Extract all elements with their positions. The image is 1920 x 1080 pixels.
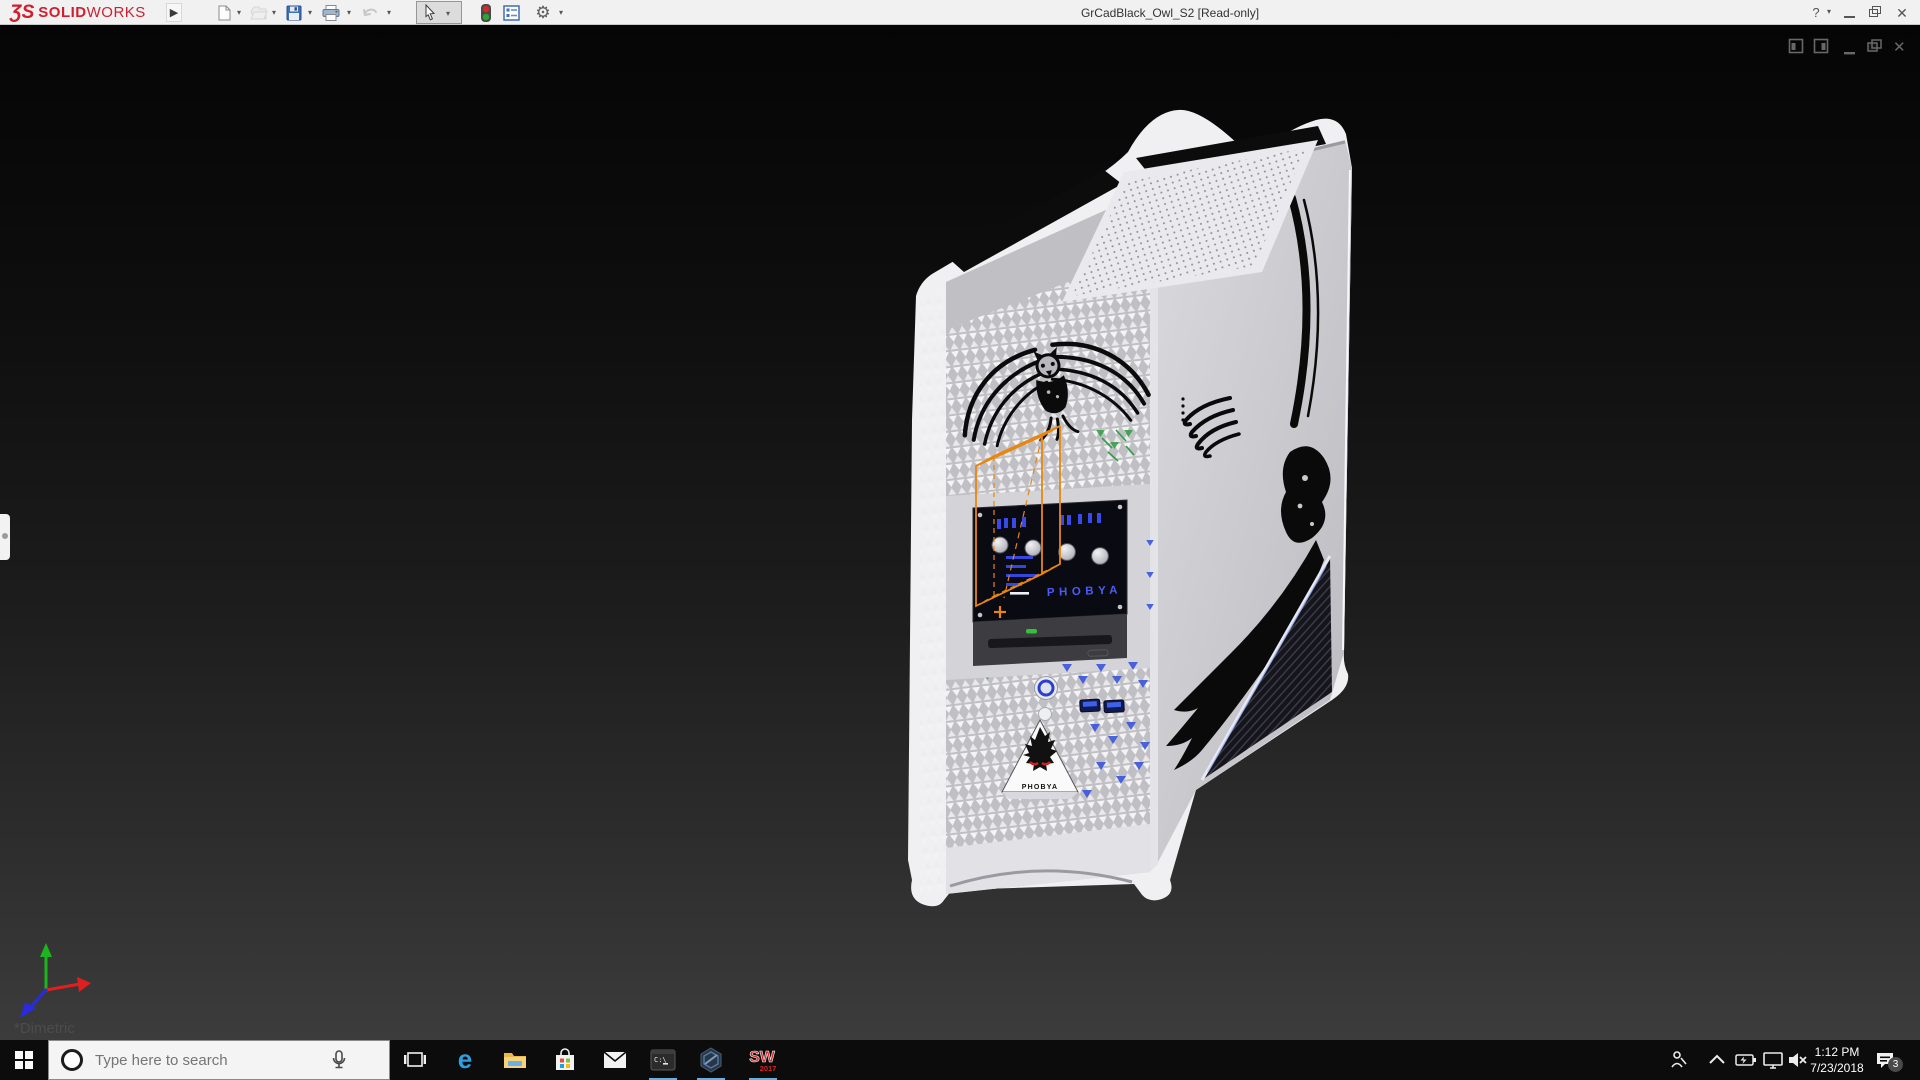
orientation-triad[interactable] [20,943,91,1018]
new-caret-icon[interactable]: ▾ [234,8,244,17]
taskbar-app-mail[interactable] [592,1040,638,1080]
power-button[interactable] [1035,677,1058,700]
taskbar-app-solidworks[interactable]: SW 2017 [740,1040,786,1080]
solidworks-logo-mark-icon: ƷS [10,2,34,24]
command-prompt-icon: C:\ [650,1049,676,1071]
tray-clock[interactable]: 1:12 PM 7/23/2018 [1806,1044,1868,1076]
undo-caret-icon[interactable]: ▾ [384,8,394,17]
battery-icon[interactable] [1735,1050,1757,1070]
chevron-up-icon[interactable] [1706,1050,1728,1070]
task-view-button[interactable] [392,1040,438,1080]
phobya-badge-text: PHOBYA [1022,784,1059,791]
store-icon [553,1048,577,1072]
drive-led [1026,629,1037,634]
taskbar: e C:\ [0,1040,1920,1080]
tray-date: 7/23/2018 [1806,1060,1868,1076]
tray-time: 1:12 PM [1806,1044,1868,1060]
svg-text:2017: 2017 [760,1064,777,1073]
solidworks-2017-icon: SW 2017 [747,1046,779,1074]
windows-logo-icon [15,1051,33,1069]
restore-button[interactable] [1864,4,1884,22]
microphone-icon[interactable] [331,1049,347,1071]
print-button[interactable] [320,2,342,23]
undo-button[interactable] [360,2,382,23]
titlebar: ƷS SOLID WORKS ▶ ▾ ▾ ▾ ▾ ▾ ▾ ⚙ ▾ GrCadBl… [0,0,1920,25]
rebuild-button[interactable] [475,2,497,23]
select-caret-icon[interactable]: ▾ [443,9,453,18]
minimize-button[interactable] [1840,4,1860,22]
select-tool-button[interactable] [419,2,441,23]
task-view-icon [403,1049,427,1071]
help-caret-icon[interactable]: ▾ [1824,7,1834,16]
window-title: GrCadBlack_Owl_S2 [Read-only] [1081,6,1259,20]
help-button[interactable]: ? [1806,4,1826,22]
search-input[interactable] [95,1052,325,1069]
start-button[interactable] [0,1040,48,1080]
save-button[interactable] [283,2,305,23]
svg-text:C:\: C:\ [654,1056,667,1064]
pen-person-icon[interactable] [1668,1050,1690,1070]
print-caret-icon[interactable]: ▾ [344,8,354,17]
options-gear-icon[interactable]: ⚙ [532,2,554,23]
taskbar-search[interactable] [48,1040,390,1080]
file-explorer-icon [502,1049,528,1071]
reset-button[interactable] [1039,708,1052,721]
solidworks-logo-light: WORKS [87,4,146,21]
taskbar-app-command-prompt[interactable]: C:\ [640,1040,686,1080]
graphics-viewport[interactable]: ✕ [0,25,1920,1040]
display-network-icon[interactable] [1762,1050,1784,1070]
menu-flyout-arrow-icon[interactable]: ▶ [166,3,182,22]
options-caret-icon[interactable]: ▾ [556,8,566,17]
solidworks-logo: ƷS SOLID WORKS [10,2,146,23]
view-orientation-label: *Dimetric [14,1020,75,1037]
open-button[interactable] [247,2,269,23]
open-caret-icon[interactable]: ▾ [269,8,279,17]
taskbar-app-store[interactable] [542,1040,588,1080]
hexagon-app-icon [698,1047,724,1073]
close-button[interactable]: ✕ [1892,4,1912,22]
cortana-icon [61,1049,83,1071]
svg-text:e: e [458,1046,472,1074]
taskbar-app-edge[interactable]: e [442,1040,488,1080]
save-caret-icon[interactable]: ▾ [305,8,315,17]
pc-case-model[interactable]: PHOBYA [0,25,1920,1040]
edge-icon: e [451,1046,479,1074]
solidworks-logo-bold: SOLID [38,4,86,21]
new-document-button[interactable] [213,2,235,23]
mail-icon [602,1050,628,1070]
notification-badge: 3 [1888,1057,1903,1072]
taskbar-app-file-explorer[interactable] [492,1040,538,1080]
file-properties-button[interactable] [500,2,522,23]
taskbar-app-hexagon-utility[interactable] [688,1040,734,1080]
